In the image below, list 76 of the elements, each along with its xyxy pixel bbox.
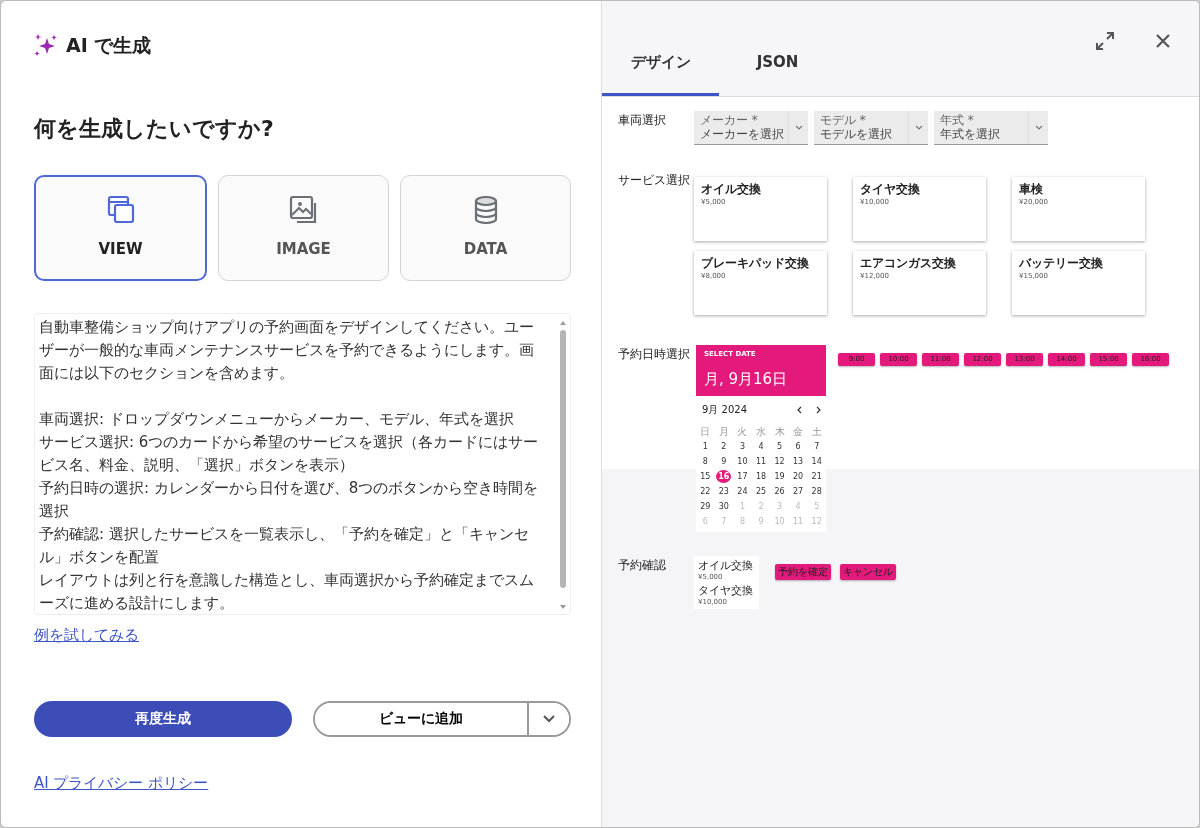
privacy-policy-link[interactable]: AI プライバシー ポリシー — [34, 773, 209, 792]
calendar-day[interactable]: 22 — [697, 485, 713, 498]
type-option[interactable]: DATA — [400, 174, 571, 281]
example-link[interactable]: 例を試してみる — [34, 625, 139, 644]
calendar-day[interactable]: 30 — [716, 500, 732, 513]
calendar-day[interactable]: 15 — [697, 470, 713, 483]
prompt-text: 予約確認: 選択したサービスを一覧表示し、「予約を確定」と「キャンセル」ボタンを配置 — [39, 523, 530, 568]
prompt-field[interactable] — [34, 312, 571, 615]
calendar-day[interactable]: 7 — [809, 440, 825, 453]
calendar-day[interactable]: 11 — [753, 455, 769, 468]
select-field[interactable]: メーカー * メーカーを選択 — [694, 111, 808, 145]
calendar-day[interactable]: 8 — [697, 455, 713, 468]
calendar-day[interactable]: 20 — [790, 470, 806, 483]
calendar-day[interactable]: 4 — [753, 440, 769, 453]
select-field[interactable]: 年式 * 年式を選択 — [934, 111, 1048, 145]
select-field[interactable]: モデル * モデルを選択 — [814, 111, 928, 145]
weekday-label: 水 — [755, 425, 767, 438]
calendar-day[interactable]: 13 — [790, 455, 806, 468]
calendar-day[interactable]: 14 — [809, 455, 825, 468]
tab[interactable]: JSON — [719, 49, 836, 96]
prompt-text: レイアウトは列と行を意識した構造とし、車両選択から予約確定までスムーズに進める設計にします。 — [39, 569, 535, 614]
calendar-day[interactable]: 6 — [790, 440, 806, 453]
close-icon[interactable] — [1155, 33, 1171, 49]
calendar-day[interactable]: 2 — [716, 440, 732, 453]
calendar-day[interactable]: 24 — [734, 485, 750, 498]
calendar-day[interactable]: 21 — [809, 470, 825, 483]
section-label: 予約確認 — [618, 557, 667, 574]
month-label: 9月 2024 — [702, 403, 748, 417]
chevron-down-icon — [914, 124, 923, 131]
weekday-label: 木 — [773, 425, 786, 438]
regenerate-button[interactable]: 再度生成 — [34, 700, 292, 737]
type-option[interactable]: VIEW — [34, 174, 207, 281]
service-name: タイヤ交換 — [698, 584, 753, 597]
prompt-text: 予約日時の選択: カレンダーから日付を選び、8つのボタンから空き時間を選択 — [39, 477, 540, 522]
chevron-down-icon — [794, 124, 803, 131]
calendar-day[interactable]: 10 — [734, 455, 750, 468]
calendar-day[interactable]: 3 — [734, 440, 750, 453]
confirm-button[interactable]: 予約を確定 — [775, 564, 831, 580]
section-label: 車両選択 — [618, 112, 667, 129]
calendar-day[interactable]: 28 — [809, 485, 825, 498]
calendar-day[interactable]: 1 — [697, 440, 713, 453]
expand-icon[interactable] — [1095, 31, 1115, 51]
calendar-day[interactable]: 12 — [772, 455, 788, 468]
chevron-right-icon[interactable] — [814, 405, 822, 414]
section-label: サービス選択 — [618, 172, 691, 189]
calendar-day[interactable]: 18 — [753, 470, 769, 483]
weekday-label: 月 — [717, 425, 730, 438]
calendar-day[interactable]: 5 — [772, 440, 788, 453]
caret-icon — [542, 713, 556, 724]
weekday-label: 日 — [699, 425, 712, 438]
dialog-title: AI で生成 — [66, 33, 152, 58]
calendar-day[interactable]: 17 — [734, 470, 750, 483]
section-label: 予約日時選択 — [618, 346, 691, 363]
add-to-view-split-button[interactable]: ビューに追加 — [313, 700, 571, 737]
weekday-label: 火 — [736, 425, 749, 438]
cancel-button[interactable]: キャンセル — [840, 564, 896, 580]
calendar-day[interactable]: 26 — [772, 485, 788, 498]
calendar-day[interactable]: 25 — [753, 485, 769, 498]
calendar-day[interactable]: 9 — [716, 455, 732, 468]
calendar-day[interactable]: 19 — [772, 470, 788, 483]
prompt-text: 自動車整備ショップ向けアプリの予約画面をデザインしてください。ユーザーが一般的な車両メンテナンスサービスを予約できるようにします。画面には以下のセクションを含めます。 — [39, 316, 535, 384]
weekday-label: 土 — [810, 425, 823, 438]
calendar-day[interactable]: 16 — [716, 470, 732, 483]
chevron-down-icon — [1034, 124, 1043, 131]
service-name: オイル交換 — [698, 560, 753, 572]
weekday-label: 金 — [792, 425, 805, 438]
calendar-day[interactable]: 27 — [790, 485, 806, 498]
type-option[interactable]: IMAGE — [218, 174, 389, 281]
question-heading: 何を生成したいですか? — [34, 114, 275, 143]
prompt-text: 車両選択: ドロップダウンメニューからメーカー、モデル、年式を選択 — [39, 408, 515, 430]
calendar-day[interactable]: 23 — [716, 485, 732, 498]
prompt-text: サービス選択: 6つのカードから希望のサービスを選択（各カードにはサービス名、料金、説明、「選択」ボタンを表示） — [39, 431, 540, 476]
calendar-day[interactable]: 29 — [697, 500, 713, 513]
selected-date: 月, 9月16日 — [704, 368, 789, 390]
sparkle-icon — [34, 33, 58, 58]
chevron-left-icon[interactable] — [796, 405, 804, 414]
